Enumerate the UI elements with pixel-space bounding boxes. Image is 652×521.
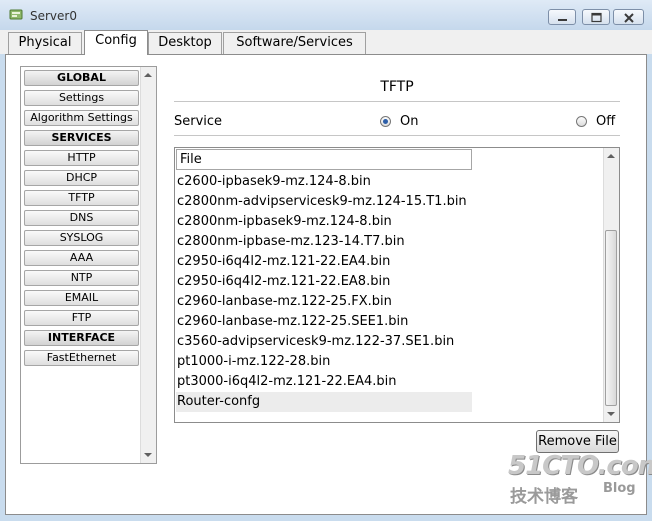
nav-item-settings[interactable]: Settings [24, 90, 139, 106]
nav-item-ntp[interactable]: NTP [24, 270, 139, 286]
file-list[interactable]: c2600-i-mz.122-28.bin c2600-ipbasek9-mz.… [174, 147, 620, 423]
file-column-header[interactable]: File [176, 149, 472, 170]
service-off-radio[interactable] [576, 116, 587, 127]
nav-item-aaa[interactable]: AAA [24, 250, 139, 266]
scroll-down-arrow-icon[interactable] [607, 412, 615, 416]
nav-item-tftp[interactable]: TFTP [24, 190, 139, 206]
service-label: Service [174, 114, 223, 129]
close-button[interactable] [613, 9, 644, 25]
server-app-icon [9, 9, 23, 20]
watermark-logo: 51CTO.com [508, 451, 652, 481]
panel-title: TFTP [380, 79, 414, 95]
nav-scrollbar[interactable] [140, 67, 156, 463]
tab-strip: Physical Config Desktop Software/Service… [0, 30, 652, 55]
file-list-item[interactable]: pt3000-i6q4l2-mz.121-22.EA4.bin [176, 372, 604, 392]
title-bar: Server0 [0, 0, 652, 30]
window-bottom-edge [0, 515, 652, 521]
tab-desktop[interactable]: Desktop [148, 32, 222, 54]
config-content: GLOBAL Settings Algorithm Settings SERVI… [5, 54, 647, 515]
scroll-up-arrow-icon[interactable] [607, 154, 615, 158]
nav-header-interface[interactable]: INTERFACE [24, 330, 139, 346]
file-list-item[interactable]: c3560-advipservicesk9-mz.122-37.SE1.bin [176, 332, 604, 352]
scroll-up-arrow-icon[interactable] [144, 73, 152, 77]
file-list-item[interactable]: c2950-i6q4l2-mz.121-22.EA8.bin [176, 272, 604, 292]
tab-physical[interactable]: Physical [8, 32, 82, 54]
nav-item-fastethernet[interactable]: FastEthernet [24, 350, 139, 366]
file-list-scrollbar[interactable] [603, 148, 619, 422]
file-list-item[interactable]: pt1000-i-mz.122-28.bin [176, 352, 604, 372]
watermark-caption: 技术博客 [510, 487, 578, 507]
file-list-item[interactable]: c2950-i6q4l2-mz.121-22.EA4.bin [176, 252, 604, 272]
nav-header-services[interactable]: SERVICES [24, 130, 139, 146]
maximize-button[interactable] [582, 9, 610, 25]
file-list-item[interactable]: c2960-lanbase-mz.122-25.SEE1.bin [176, 312, 604, 332]
file-list-rows: c2600-i-mz.122-28.bin c2600-ipbasek9-mz.… [176, 152, 604, 412]
nav-item-email[interactable]: EMAIL [24, 290, 139, 306]
watermark-blog: Blog [603, 481, 636, 496]
service-off-label[interactable]: Off [596, 114, 615, 129]
nav-item-http[interactable]: HTTP [24, 150, 139, 166]
file-list-item[interactable]: c2800nm-ipbasek9-mz.124-8.bin [176, 212, 604, 232]
file-list-item-selected[interactable]: Router-confg [176, 392, 472, 412]
remove-file-button[interactable]: Remove File [536, 430, 619, 453]
nav-item-algorithm-settings[interactable]: Algorithm Settings [24, 110, 139, 126]
file-list-item[interactable]: c2960-lanbase-mz.122-25.FX.bin [176, 292, 604, 312]
file-list-scroll-thumb[interactable] [605, 230, 617, 406]
divider [174, 135, 620, 136]
minimize-icon [558, 19, 567, 21]
file-list-item[interactable]: c2800nm-advipservicesk9-mz.124-15.T1.bin [176, 192, 604, 212]
nav-item-dhcp[interactable]: DHCP [24, 170, 139, 186]
file-list-item[interactable]: c2600-ipbasek9-mz.124-8.bin [176, 172, 604, 192]
service-on-radio[interactable] [380, 116, 391, 127]
tab-config[interactable]: Config [84, 30, 148, 55]
nav-header-global[interactable]: GLOBAL [24, 70, 139, 86]
nav-item-dns[interactable]: DNS [24, 210, 139, 226]
scroll-down-arrow-icon[interactable] [144, 453, 152, 457]
window-title: Server0 [30, 9, 77, 23]
nav-item-syslog[interactable]: SYSLOG [24, 230, 139, 246]
divider [174, 101, 620, 102]
config-nav-list: GLOBAL Settings Algorithm Settings SERVI… [20, 66, 157, 464]
minimize-button[interactable] [548, 9, 576, 25]
tab-software-services[interactable]: Software/Services [223, 32, 366, 54]
radio-selected-dot [383, 119, 388, 124]
service-on-label[interactable]: On [400, 114, 418, 129]
maximize-icon [591, 12, 602, 23]
nav-item-ftp[interactable]: FTP [24, 310, 139, 326]
close-icon [624, 13, 634, 23]
file-list-item[interactable]: c2800nm-ipbase-mz.123-14.T7.bin [176, 232, 604, 252]
